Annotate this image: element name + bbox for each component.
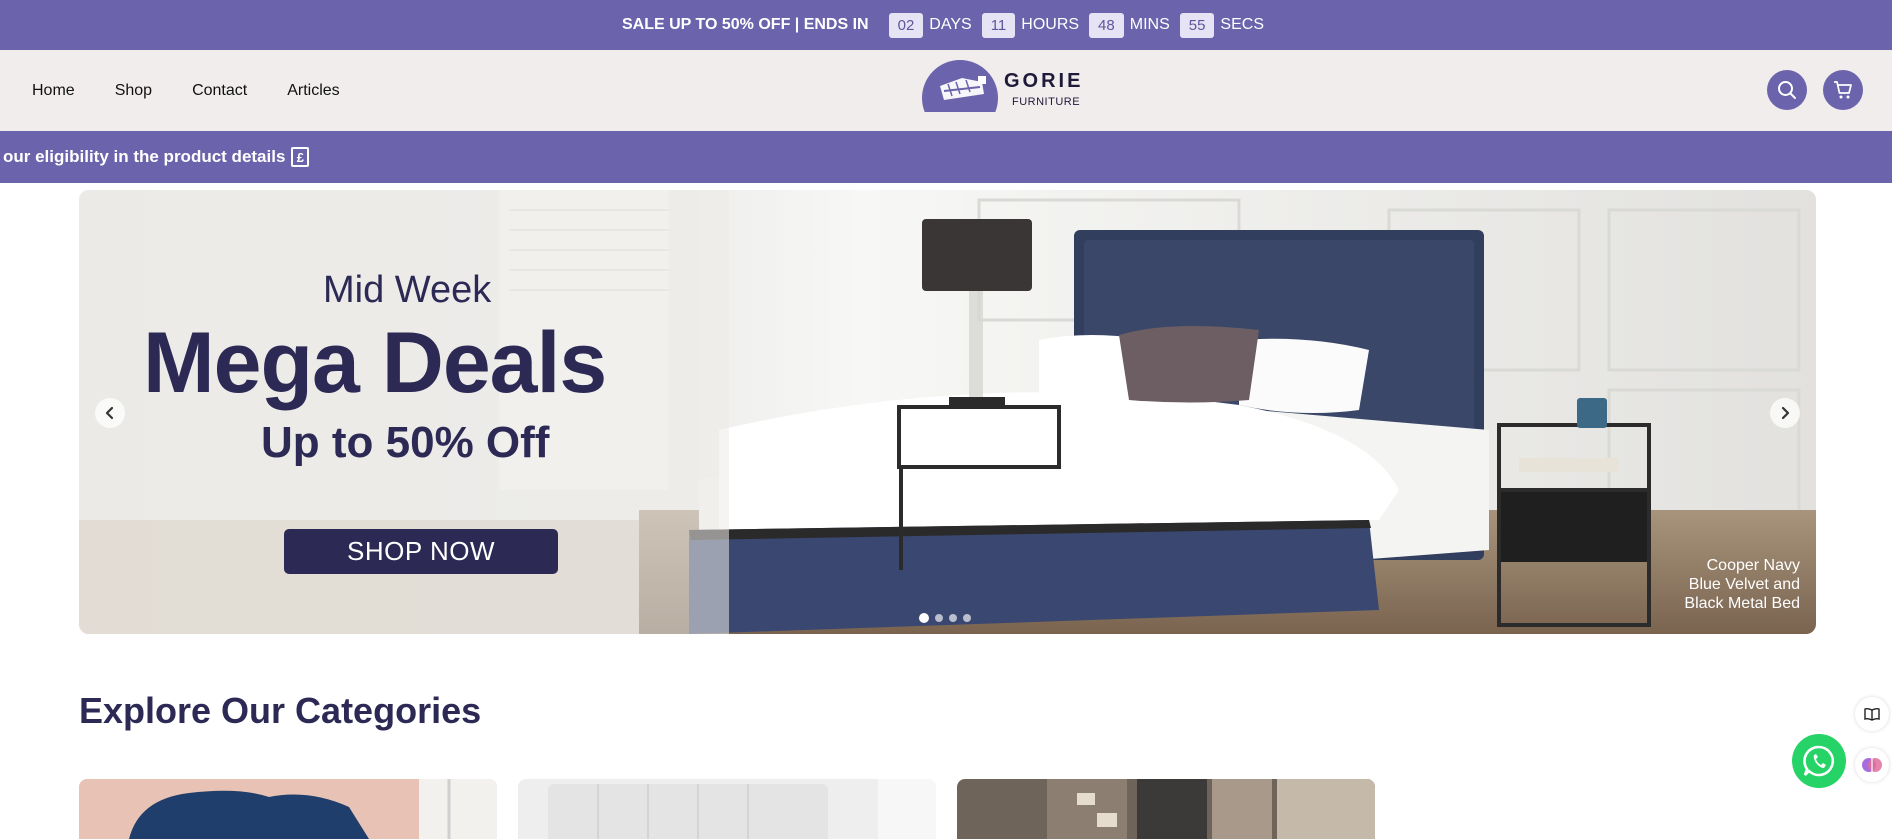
promo-text: our eligibility in the product details [3,147,286,166]
nav-articles[interactable]: Articles [287,82,339,100]
search-icon [1778,81,1796,99]
pound-icon: £ [291,147,310,167]
days-label: DAYS [929,16,972,33]
hero-slider[interactable]: Mid Week Mega Deals Up to 50% Off SHOP N… [79,190,1816,634]
hero-heading: Mega Deals [143,315,607,411]
caption-line-2: Blue Velvet and [1688,576,1800,593]
caption-line-3: Black Metal Bed [1684,595,1800,612]
slider-dot[interactable] [949,614,957,622]
slider-dot[interactable] [919,613,929,623]
mins-value: 48 [1089,12,1124,38]
hours-label: HOURS [1021,16,1080,33]
slider-next-button[interactable] [1770,398,1800,428]
whatsapp-icon [1803,745,1835,777]
chevron-right-icon [1781,406,1790,420]
slider-dot[interactable] [935,614,943,622]
sofa-icon [940,76,986,100]
promo-marquee: our eligibility in the product details £ [0,131,1892,183]
category-card[interactable] [79,779,497,839]
chevron-left-icon [105,406,114,420]
category-image [79,779,497,839]
category-card[interactable] [957,779,1375,839]
nav-contact[interactable]: Contact [192,82,247,100]
nav-home[interactable]: Home [32,82,75,100]
days-value: 02 [888,12,924,38]
site-logo[interactable]: GORIE FURNITURE [922,60,1082,121]
search-button[interactable] [1767,70,1807,110]
caption-line-1: Cooper Navy [1706,557,1800,574]
whatsapp-button[interactable] [1792,734,1846,788]
side-ai-icon-button[interactable] [1855,748,1889,782]
cart-icon [1834,81,1852,99]
sale-countdown-bar: SALE UP TO 50% OFF | ENDS IN 02 DAYS 11 … [0,0,1892,50]
slider-dot[interactable] [963,614,971,622]
shop-now-button[interactable]: SHOP NOW [284,529,558,574]
logo-brand: GORIE [1004,70,1084,92]
mins-label: MINS [1129,16,1170,33]
hero-heading-small: Mid Week [323,269,492,311]
logo-subtitle: FURNITURE [1012,96,1081,108]
book-icon [1864,707,1880,721]
slider-prev-button[interactable] [95,398,125,428]
hours-value: 11 [981,12,1016,38]
slider-pagination [919,613,971,623]
category-image [957,779,1375,839]
sale-text: SALE UP TO 50% OFF | ENDS IN [622,16,869,33]
category-image [518,779,936,839]
site-header: Home Shop Contact Articles GORIE FURNITU… [0,50,1892,131]
main-nav: Home Shop Contact Articles [32,50,340,131]
category-card[interactable] [518,779,936,839]
hero-subheading: Up to 50% Off [261,418,550,467]
nav-shop[interactable]: Shop [115,82,152,100]
hero-product-caption: Cooper Navy Blue Velvet and Black Metal … [1684,556,1800,613]
side-book-icon-button[interactable] [1855,697,1889,731]
brain-icon [1862,758,1882,772]
secs-value: 55 [1179,12,1215,38]
secs-label: SECS [1220,16,1264,33]
cart-button[interactable] [1823,70,1863,110]
logo-emblem [922,60,998,112]
categories-title: Explore Our Categories [79,690,482,731]
